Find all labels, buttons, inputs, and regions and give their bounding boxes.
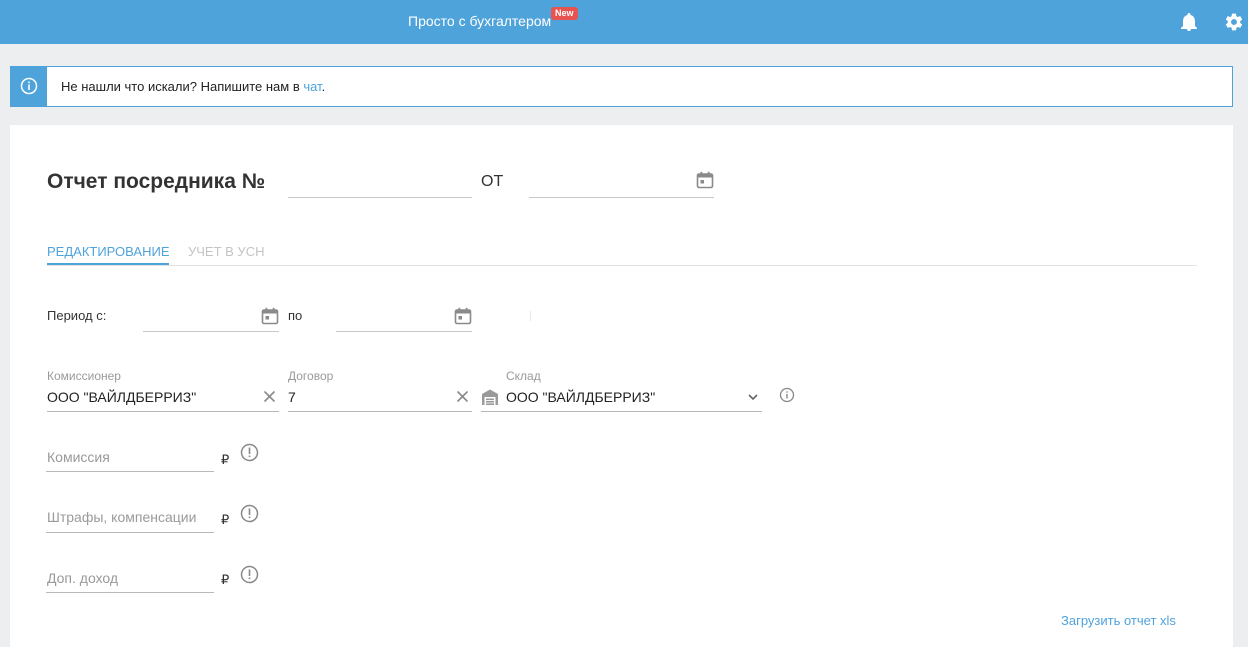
alert-circle-icon[interactable] [240, 565, 259, 589]
help-notice: Не нашли что искали? Напишите нам в чат. [10, 66, 1233, 107]
alert-circle-icon[interactable] [240, 443, 259, 467]
calendar-icon[interactable] [261, 307, 279, 330]
warehouse-value[interactable]: ООО "ВАЙЛДБЕРРИЗ" [506, 389, 655, 405]
brand-link[interactable]: Просто с бухгалтером [408, 13, 551, 29]
period-to-input[interactable] [336, 305, 472, 332]
commission-currency: ₽ [221, 452, 230, 467]
contract-underline [288, 411, 472, 412]
period-from-label: Период с: [47, 308, 107, 323]
extra-income-underline [46, 592, 214, 593]
extra-income-currency: ₽ [221, 572, 230, 587]
report-card [10, 125, 1233, 647]
clear-commissioner-icon[interactable] [263, 390, 276, 408]
chevron-down-icon[interactable] [747, 390, 759, 408]
tab-editing[interactable]: РЕДАКТИРОВАНИЕ [47, 244, 170, 265]
upload-xls-link[interactable]: Загрузить отчет xls [1061, 613, 1176, 628]
warehouse-label: Склад [506, 369, 541, 383]
info-icon-box [11, 67, 47, 106]
bell-icon[interactable] [1180, 12, 1200, 32]
page-title: Отчет посредника № [47, 170, 266, 193]
tab-usn-accounting[interactable]: УЧЕТ В УСН [188, 244, 264, 259]
period-to-label: по [288, 308, 303, 323]
commissioner-label: Комиссионер [47, 369, 121, 383]
info-icon [20, 77, 38, 95]
info-circle-icon[interactable] [779, 387, 795, 408]
fines-currency: ₽ [221, 512, 230, 527]
alert-circle-icon[interactable] [240, 504, 259, 528]
notice-text-end: . [321, 79, 326, 94]
commissioner-value[interactable]: ООО "ВАЙЛДБЕРРИЗ" [47, 389, 196, 405]
commissioner-underline [47, 411, 279, 412]
tab-bar: РЕДАКТИРОВАНИЕ УЧЕТ В УСН [47, 240, 1197, 266]
report-date-input[interactable] [529, 172, 714, 198]
notice-text-start: Не нашли что искали? Напишите нам в [61, 79, 304, 94]
period-from-input[interactable] [143, 305, 279, 332]
commission-input[interactable]: Комиссия [47, 449, 110, 465]
warehouse-icon [481, 388, 499, 411]
divider [530, 311, 531, 321]
calendar-icon[interactable] [696, 171, 714, 194]
new-badge: New [551, 7, 578, 20]
fines-input[interactable]: Штрафы, компенсации [47, 509, 196, 525]
extra-income-input[interactable]: Доп. доход [47, 570, 118, 586]
fines-underline [46, 532, 214, 533]
contract-label: Договор [288, 369, 334, 383]
gear-icon[interactable] [1224, 12, 1244, 32]
commission-underline [46, 471, 214, 472]
calendar-icon[interactable] [454, 307, 472, 330]
clear-contract-icon[interactable] [456, 390, 469, 408]
date-from-label: ОТ [481, 173, 504, 190]
chat-link[interactable]: чат [303, 79, 321, 94]
notice-text: Не нашли что искали? Напишите нам в чат. [61, 79, 325, 94]
top-bar: Просто с бухгалтером New [0, 0, 1248, 44]
contract-value[interactable]: 7 [288, 389, 296, 405]
report-number-input[interactable] [288, 172, 472, 198]
warehouse-underline [481, 411, 762, 412]
